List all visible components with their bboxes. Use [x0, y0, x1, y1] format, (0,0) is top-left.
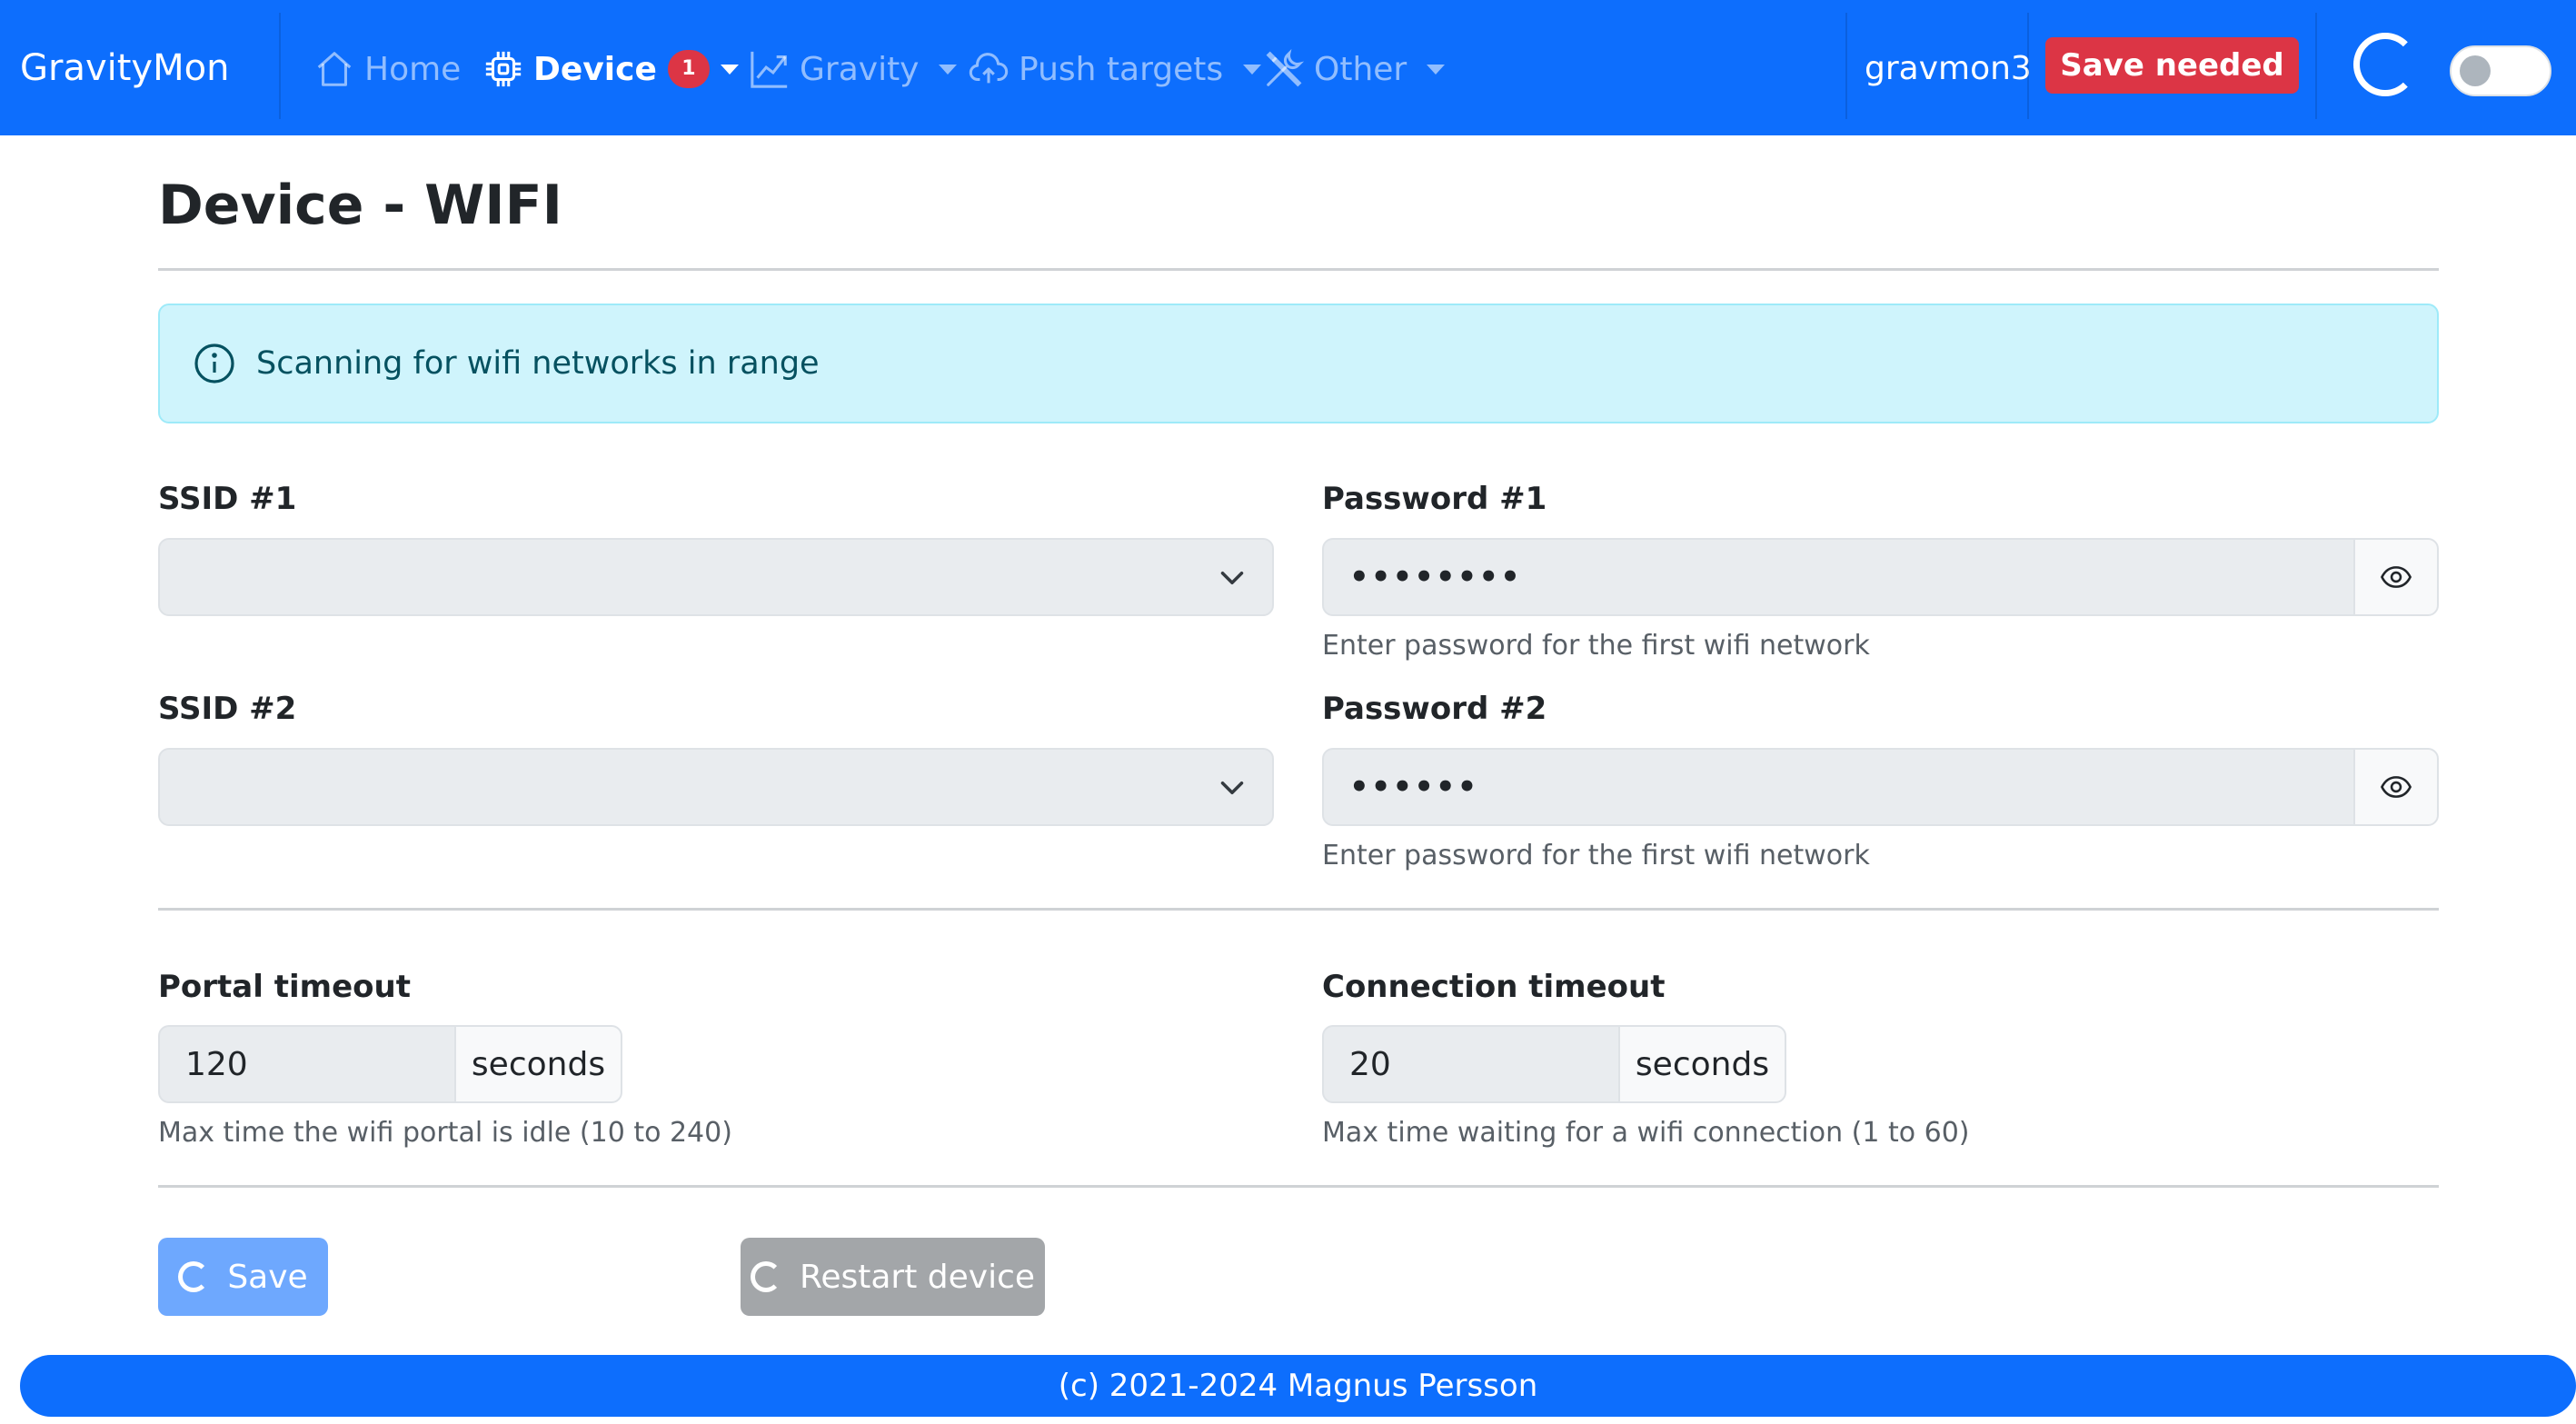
ssid2-select[interactable]: [158, 748, 1274, 826]
save-button-label: Save: [227, 1258, 308, 1296]
house-icon: [317, 52, 352, 86]
portal-timeout-help: Max time the wifi portal is idle (10 to …: [158, 1117, 732, 1149]
chevron-down-icon: [720, 64, 739, 75]
loading-spinner-icon: [2353, 33, 2417, 96]
tools-icon: [1266, 48, 1305, 87]
alert-text: Scanning for wifi networks in range: [256, 345, 820, 382]
nav-item-label: Device: [533, 50, 657, 88]
password1-visibility-toggle[interactable]: [2353, 538, 2439, 616]
spinner-icon: [750, 1261, 781, 1292]
nav-item-label: Other: [1314, 50, 1407, 88]
brand-logo-text[interactable]: GravityMon: [20, 43, 229, 94]
nav-item-label: Home: [364, 50, 462, 88]
password2-help: Enter password for the first wifi networ…: [1322, 840, 1870, 871]
info-alert: Scanning for wifi networks in range: [158, 304, 2439, 423]
divider: [158, 268, 2439, 271]
dark-mode-toggle[interactable]: [2450, 45, 2551, 96]
portal-timeout-label: Portal timeout: [158, 969, 411, 1005]
cloud-upload-icon: [969, 53, 1009, 84]
chevron-down-icon: [1220, 782, 1244, 794]
portal-timeout-input[interactable]: 120: [158, 1025, 454, 1103]
connection-timeout-unit: seconds: [1618, 1025, 1786, 1103]
ssid1-select[interactable]: [158, 538, 1274, 616]
top-navbar: GravityMon Home Device 1 Gravity Push ta…: [0, 0, 2576, 135]
connection-timeout-help: Max time waiting for a wifi connection (…: [1322, 1117, 1970, 1149]
nav-item-gravity[interactable]: Gravity: [749, 45, 958, 93]
navbar-divider: [279, 13, 281, 119]
divider: [158, 1185, 2439, 1188]
portal-timeout-unit: seconds: [454, 1025, 622, 1103]
footer: (c) 2021-2024 Magnus Persson: [20, 1355, 2576, 1417]
device-hostname: gravmon3: [1865, 50, 2032, 87]
restart-button-label: Restart device: [799, 1258, 1036, 1296]
password1-help: Enter password for the first wifi networ…: [1322, 630, 1870, 662]
chevron-down-icon: [1427, 64, 1446, 75]
eye-icon: [2381, 776, 2412, 798]
ssid1-label: SSID #1: [158, 481, 297, 517]
footer-copyright: (c) 2021-2024 Magnus Persson: [1058, 1368, 1538, 1404]
restart-device-button[interactable]: Restart device: [741, 1238, 1045, 1316]
chevron-down-icon: [1243, 64, 1262, 75]
connection-timeout-label: Connection timeout: [1322, 969, 1666, 1005]
password1-input[interactable]: ••••••••: [1322, 538, 2354, 616]
save-needed-badge: Save needed: [2045, 37, 2299, 94]
nav-item-other[interactable]: Other: [1263, 45, 1446, 93]
divider: [158, 908, 2439, 911]
info-circle-icon: [194, 344, 234, 383]
navbar-divider: [1845, 13, 1847, 119]
page-title: Device - WIFI: [158, 174, 562, 237]
eye-icon: [2381, 566, 2412, 588]
nav-item-label: Push targets: [1019, 50, 1224, 88]
nav-item-label: Gravity: [800, 50, 920, 88]
nav-item-home[interactable]: Home: [313, 45, 461, 93]
nav-item-push-targets[interactable]: Push targets: [968, 45, 1262, 93]
chevron-down-icon: [939, 64, 958, 75]
password1-label: Password #1: [1322, 481, 1547, 517]
connection-timeout-input[interactable]: 20: [1322, 1025, 1618, 1103]
password2-input[interactable]: ••••••: [1322, 748, 2354, 826]
spinner-icon: [178, 1261, 210, 1292]
password2-visibility-toggle[interactable]: [2353, 748, 2439, 826]
navbar-divider: [2027, 13, 2029, 119]
graph-up-icon: [751, 51, 788, 88]
chevron-down-icon: [1220, 572, 1244, 584]
navbar-divider: [2315, 13, 2317, 119]
nav-item-device[interactable]: Device 1: [482, 45, 739, 93]
ssid2-label: SSID #2: [158, 691, 297, 727]
cpu-icon: [485, 51, 522, 87]
password2-label: Password #2: [1322, 691, 1547, 727]
notification-badge: 1: [667, 50, 710, 88]
save-button[interactable]: Save: [158, 1238, 328, 1316]
